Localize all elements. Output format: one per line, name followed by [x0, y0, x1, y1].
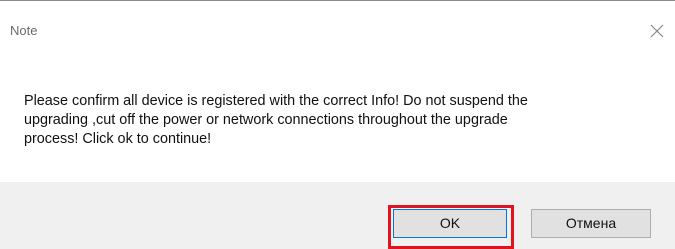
ok-button[interactable]: OK	[393, 209, 507, 238]
note-dialog: Note Please confirm all device is regist…	[0, 0, 675, 249]
cancel-button[interactable]: Отмена	[531, 209, 651, 238]
message-line: process! Click ok to continue!	[24, 131, 212, 147]
close-icon	[650, 24, 664, 38]
close-button[interactable]	[643, 17, 671, 45]
message-line: upgrading ,cut off the power or network …	[24, 112, 508, 128]
message-line: Please confirm all device is registered …	[24, 93, 528, 109]
dialog-title: Note	[10, 23, 38, 38]
dialog-message: Please confirm all device is registered …	[24, 92, 644, 149]
top-border	[0, 0, 675, 1]
